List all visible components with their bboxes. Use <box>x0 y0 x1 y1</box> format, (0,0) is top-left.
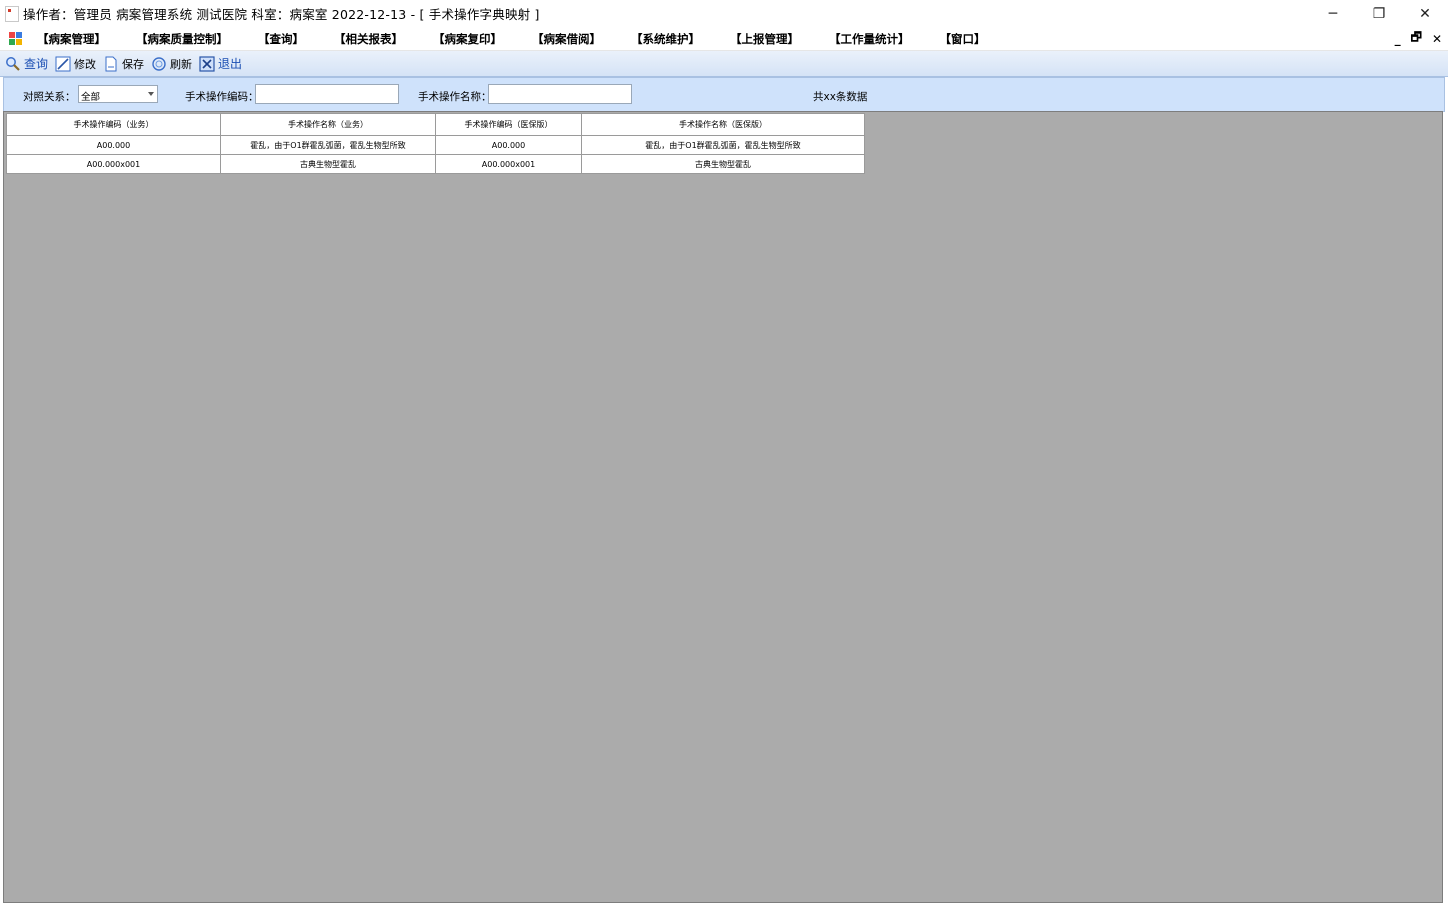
exit-button[interactable]: 退出 <box>199 55 242 72</box>
query-label: 查询 <box>24 57 49 71</box>
toolbar: 查询 修改 保存 刷新 退出 <box>0 51 1448 77</box>
data-grid-area: 手术操作编码（业务） 手术操作名称（业务） 手术操作编码（医保版） 手术操作名称… <box>3 111 1443 903</box>
table-header-row: 手术操作编码（业务） 手术操作名称（业务） 手术操作编码（医保版） 手术操作名称… <box>6 113 865 136</box>
save-icon <box>105 56 117 71</box>
menu-item-query[interactable]: 【查询】 <box>258 31 304 47</box>
table-cell[interactable]: A00.000x001 <box>435 154 582 174</box>
table-cell[interactable]: 霍乱，由于O1群霍乱弧菌，霍乱生物型所致 <box>581 135 865 155</box>
save-label: 保存 <box>122 57 145 71</box>
menu-item-system[interactable]: 【系统维护】 <box>631 31 700 47</box>
pencil-icon <box>55 56 71 71</box>
query-button[interactable]: 查询 <box>5 55 48 72</box>
code-label: 手术操作编码： <box>185 91 259 103</box>
relation-label: 对照关系： <box>23 91 76 103</box>
relation-selected-value: 全部 <box>81 92 101 103</box>
table-cell[interactable]: A00.000 <box>435 135 582 155</box>
column-header[interactable]: 手术操作编码（医保版） <box>435 113 582 136</box>
table-row[interactable]: A00.000 霍乱，由于O1群霍乱弧菌，霍乱生物型所致 A00.000 霍乱，… <box>6 135 865 155</box>
search-icon <box>6 56 20 71</box>
table-row[interactable]: A00.000x001 古典生物型霍乱 A00.000x001 古典生物型霍乱 <box>6 154 865 174</box>
table-cell[interactable]: 霍乱，由于O1群霍乱弧菌，霍乱生物型所致 <box>220 135 436 155</box>
close-button[interactable]: ✕ <box>1402 0 1448 27</box>
refresh-label: 刷新 <box>170 57 193 71</box>
record-count: 共xx条数据 <box>813 91 868 103</box>
window-title: 操作者：管理员 病案管理系统 测试医院 科室：病案室 2022-12-13 - … <box>23 7 540 22</box>
menu-item-window[interactable]: 【窗口】 <box>940 31 986 47</box>
exit-label: 退出 <box>218 57 243 71</box>
mdi-child-icon[interactable] <box>9 31 23 46</box>
edit-label: 修改 <box>74 57 97 71</box>
save-button[interactable]: 保存 <box>103 56 144 72</box>
title-bar: 操作者：管理员 病案管理系统 测试医院 科室：病案室 2022-12-13 - … <box>0 0 1448 27</box>
code-input[interactable] <box>255 84 399 104</box>
menu-item-workload[interactable]: 【工作量统计】 <box>829 31 910 47</box>
column-header[interactable]: 手术操作名称（医保版） <box>581 113 865 136</box>
table-cell[interactable]: A00.000 <box>6 135 221 155</box>
menu-item-record-management[interactable]: 【病案管理】 <box>37 31 106 47</box>
menu-bar: 【病案管理】 【病案质量控制】 【查询】 【相关报表】 【病案复印】 【病案借阅… <box>0 27 1448 51</box>
mapping-table: 手术操作编码（业务） 手术操作名称（业务） 手术操作编码（医保版） 手术操作名称… <box>6 113 865 174</box>
minimize-button[interactable]: ─ <box>1310 0 1356 27</box>
table-cell[interactable]: A00.000x001 <box>6 154 221 174</box>
exit-icon <box>199 55 215 72</box>
restore-button[interactable]: ❐ <box>1356 0 1402 27</box>
menu-item-quality-control[interactable]: 【病案质量控制】 <box>136 31 228 47</box>
menu-item-copy[interactable]: 【病案复印】 <box>433 31 502 47</box>
table-cell[interactable]: 古典生物型霍乱 <box>581 154 865 174</box>
refresh-button[interactable]: 刷新 <box>151 56 192 72</box>
name-label: 手术操作名称： <box>418 91 492 103</box>
mdi-restore-button[interactable]: 🗗 <box>1411 28 1422 49</box>
mdi-close-button[interactable]: ✕ <box>1432 32 1442 46</box>
refresh-icon <box>152 56 166 71</box>
window-controls: ─ ❐ ✕ <box>1310 0 1448 27</box>
mdi-minimize-button[interactable]: _ <box>1395 32 1401 46</box>
column-header[interactable]: 手术操作名称（业务） <box>220 113 436 136</box>
mdi-controls: _ 🗗 ✕ <box>1395 27 1442 50</box>
relation-select[interactable]: 全部 <box>78 85 158 103</box>
filter-panel: 对照关系： 全部 手术操作编码： 手术操作名称： 共xx条数据 <box>3 77 1445 112</box>
dropdown-arrow-icon <box>148 92 154 96</box>
menu-item-reports[interactable]: 【相关报表】 <box>334 31 403 47</box>
app-icon <box>5 5 19 22</box>
name-input[interactable] <box>488 84 632 104</box>
menu-item-borrow[interactable]: 【病案借阅】 <box>532 31 601 47</box>
edit-button[interactable]: 修改 <box>55 56 96 72</box>
menu-item-reporting[interactable]: 【上报管理】 <box>730 31 799 47</box>
column-header[interactable]: 手术操作编码（业务） <box>6 113 221 136</box>
table-cell[interactable]: 古典生物型霍乱 <box>220 154 436 174</box>
